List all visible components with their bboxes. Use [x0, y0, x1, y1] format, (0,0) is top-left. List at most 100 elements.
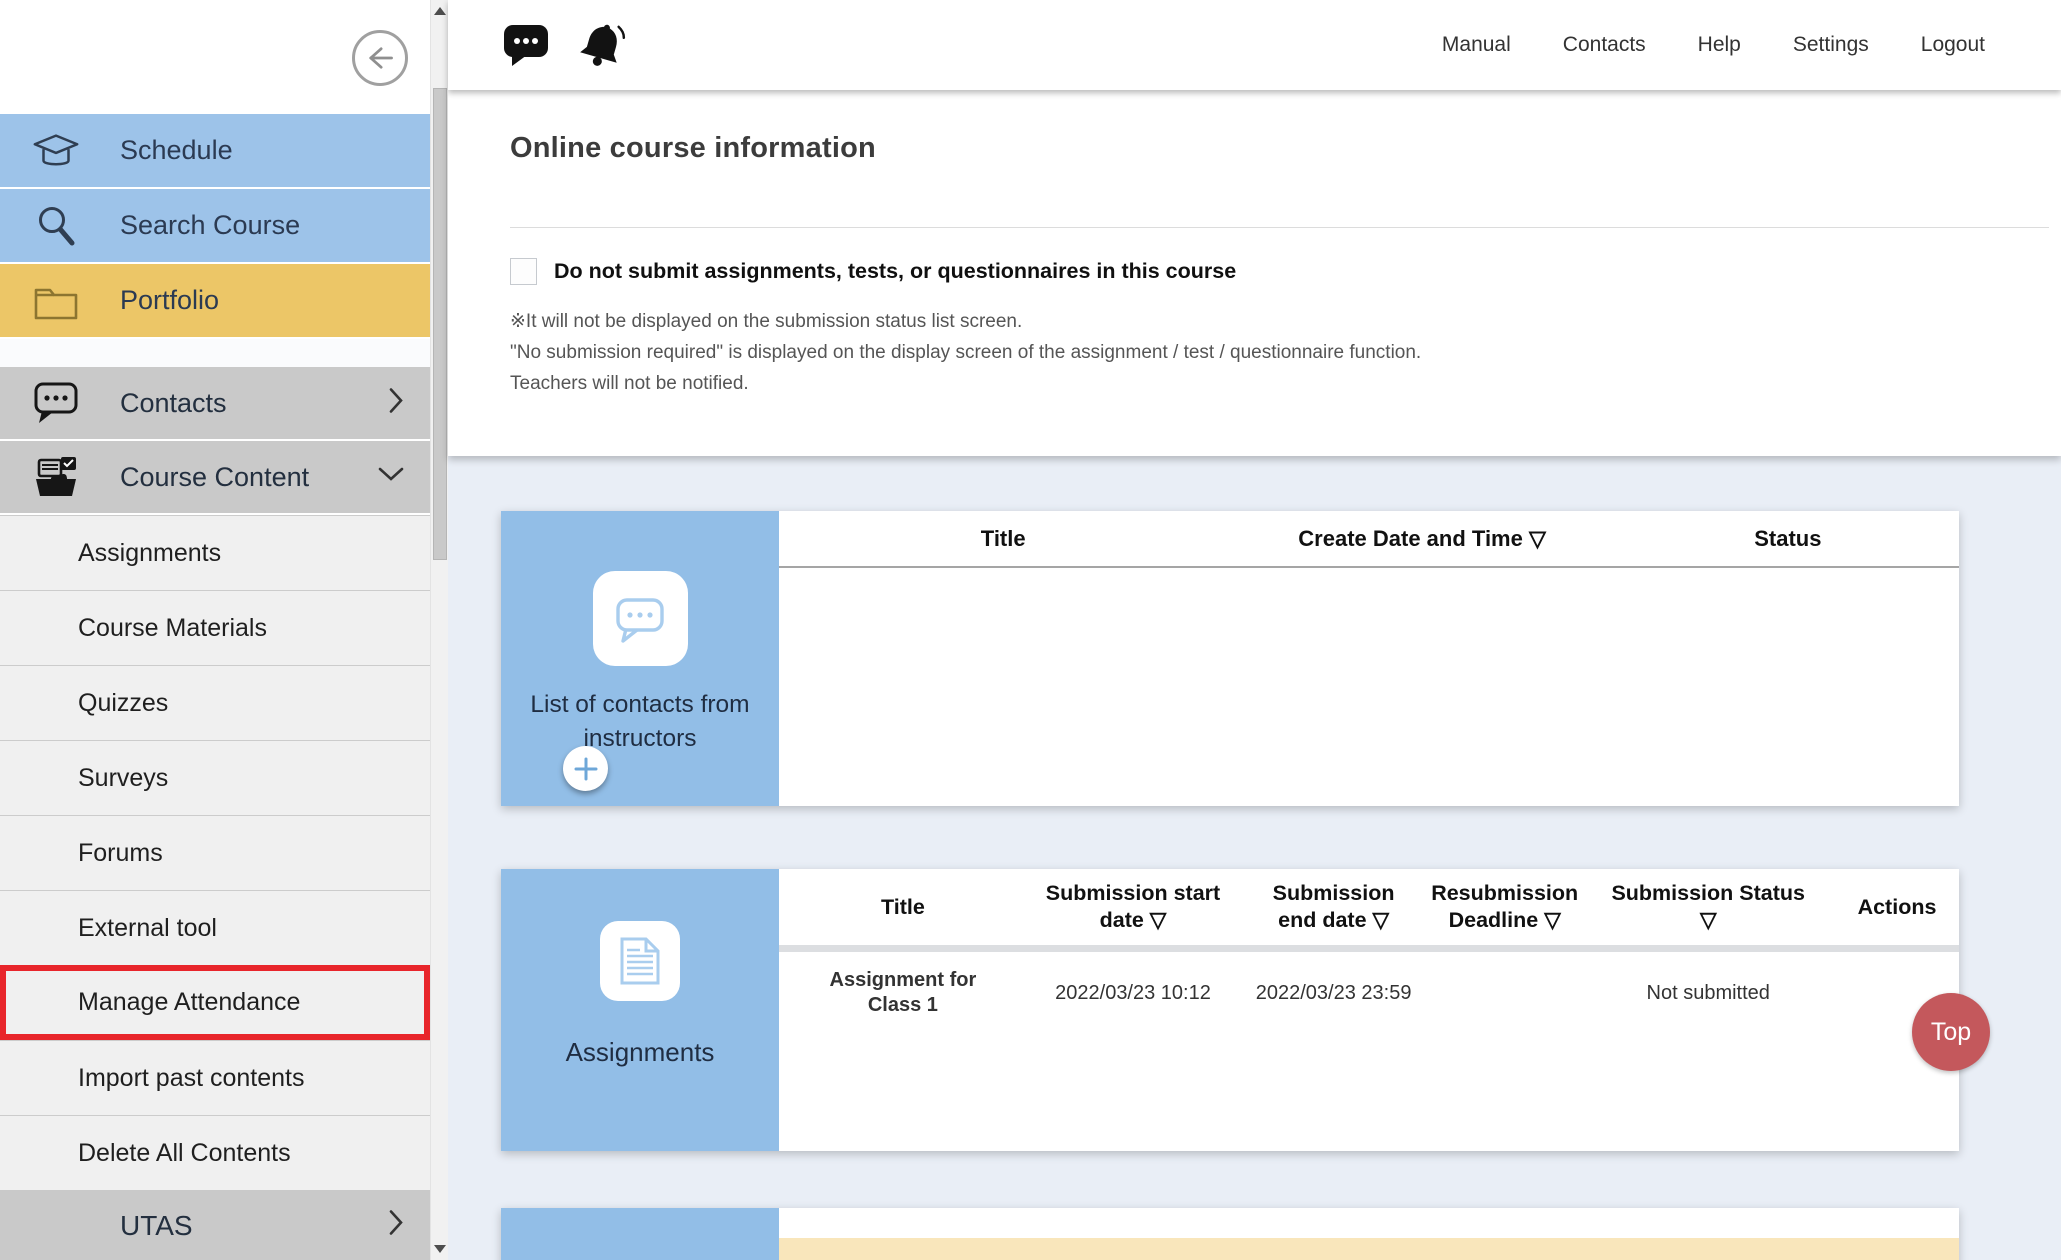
- course-content-box-icon: [30, 453, 82, 501]
- next-section-card-partial: [501, 1208, 1959, 1260]
- sidebar-item-label: Search Course: [120, 210, 300, 241]
- assignments-table-header: Title Submission start date ▽ Submission…: [779, 869, 1959, 945]
- assignments-card: Assignments Title Submission start date …: [501, 869, 1959, 1151]
- sidebar-item-import-past-contents[interactable]: Import past contents: [0, 1040, 430, 1115]
- chevron-right-icon: [389, 1210, 404, 1243]
- course-info-panel: Online course information Do not submit …: [448, 90, 2061, 456]
- column-title: Title: [779, 894, 1027, 921]
- chat-bubble-icon: [612, 593, 668, 645]
- assignments-table: Title Submission start date ▽ Submission…: [779, 869, 1959, 1151]
- triangle-up-icon: [434, 7, 446, 15]
- sidebar-subitem-label: Import past contents: [78, 1064, 305, 1093]
- sidebar-subitem-label: Assignments: [78, 539, 221, 568]
- sidebar-item-external-tool[interactable]: External tool: [0, 890, 430, 965]
- sidebar-item-course-content[interactable]: Course Content: [0, 441, 430, 515]
- sidebar-subitem-label: External tool: [78, 914, 217, 943]
- assignments-panel-label: Assignments: [556, 1035, 725, 1069]
- no-submission-label: Do not submit assignments, tests, or que…: [554, 259, 1236, 284]
- sidebar-item-assignments[interactable]: Assignments: [0, 515, 430, 590]
- column-submission-end-sort[interactable]: Submission end date ▽: [1239, 880, 1428, 934]
- search-icon: [30, 202, 82, 250]
- sidebar-item-label: Schedule: [120, 135, 233, 166]
- triangle-down-icon: [434, 1245, 446, 1253]
- column-label: Submission: [1273, 880, 1395, 907]
- sidebar-subitem-label: Manage Attendance: [78, 988, 300, 1017]
- contacts-panel-label: List of contacts from instructors: [501, 688, 779, 756]
- messages-icon[interactable]: [503, 23, 551, 67]
- contacts-table: Title Create Date and Time ▽ Status: [779, 511, 1959, 806]
- add-contact-button[interactable]: [563, 746, 608, 791]
- plus-icon: [573, 756, 599, 782]
- notifications-bell-icon[interactable]: [577, 21, 627, 69]
- sidebar-item-label: Contacts: [120, 388, 227, 419]
- scrollbar-up-button[interactable]: [431, 0, 449, 22]
- column-create-date-sort[interactable]: Create Date and Time ▽: [1227, 526, 1616, 552]
- sidebar-item-utas[interactable]: UTAS: [0, 1190, 430, 1260]
- assignments-panel-icon-tile: [600, 921, 680, 1001]
- arrow-left-icon: [365, 43, 395, 73]
- assignment-submission-end: 2022/03/23 23:59: [1239, 982, 1428, 1005]
- scrollbar-down-button[interactable]: [431, 1238, 449, 1260]
- note-line: "No submission required" is displayed on…: [510, 337, 2061, 368]
- chat-bubble-icon: [30, 379, 82, 427]
- column-actions: Actions: [1835, 894, 1959, 921]
- page-title: Online course information: [510, 90, 2061, 165]
- sidebar-item-search-course[interactable]: Search Course: [0, 189, 430, 264]
- assignment-submission-start: 2022/03/23 10:12: [1027, 982, 1239, 1005]
- column-resubmission-deadline-sort[interactable]: Resubmission Deadline ▽: [1428, 880, 1581, 934]
- contacts-panel-icon-tile: [593, 571, 688, 666]
- no-submission-checkbox[interactable]: [510, 258, 537, 285]
- column-label: Deadline ▽: [1449, 907, 1561, 934]
- sidebar-menu: Schedule Search Course Portfolio: [0, 114, 430, 1260]
- top-bar: Manual Contacts Help Settings Logout: [448, 0, 2061, 90]
- contacts-card-panel: List of contacts from instructors: [501, 511, 779, 806]
- divider: [510, 227, 2049, 228]
- nav-settings[interactable]: Settings: [1767, 23, 1895, 67]
- column-status: Status: [1617, 526, 1959, 552]
- sidebar: Schedule Search Course Portfolio: [0, 0, 430, 1260]
- graduation-cap-icon: [30, 127, 82, 175]
- column-label: Submission start: [1046, 880, 1220, 907]
- assignment-row: Assignment for Class 1 2022/03/23 10:12 …: [779, 952, 1959, 1034]
- content-area: List of contacts from instructors Title …: [448, 456, 2061, 1260]
- column-label: Resubmission: [1431, 880, 1578, 907]
- column-submission-start-sort[interactable]: Submission start date ▽: [1027, 880, 1239, 934]
- assignment-title-link[interactable]: Assignment for Class 1: [779, 968, 1027, 1018]
- folder-icon: [30, 277, 82, 325]
- main-area: Manual Contacts Help Settings Logout Onl…: [448, 0, 2061, 1260]
- chevron-right-icon: [389, 388, 404, 419]
- sidebar-item-delete-all-contents[interactable]: Delete All Contents: [0, 1115, 430, 1190]
- sidebar-scrollbar[interactable]: [430, 0, 448, 1260]
- assignments-card-panel: Assignments: [501, 869, 779, 1151]
- sidebar-item-manage-attendance[interactable]: Manage Attendance: [0, 965, 430, 1040]
- top-button-label: Top: [1931, 1018, 1971, 1047]
- topbar-icons: [503, 21, 627, 69]
- column-title: Title: [779, 526, 1227, 552]
- next-card-panel: [501, 1208, 779, 1260]
- sidebar-item-schedule[interactable]: Schedule: [0, 114, 430, 189]
- sidebar-subitem-label: Surveys: [78, 764, 168, 793]
- nav-manual[interactable]: Manual: [1416, 23, 1537, 67]
- topbar-nav: Manual Contacts Help Settings Logout: [1416, 23, 2011, 67]
- sidebar-item-label: Course Content: [120, 462, 309, 493]
- nav-contacts[interactable]: Contacts: [1537, 23, 1672, 67]
- scrollbar-thumb[interactable]: [433, 88, 447, 560]
- sidebar-collapse-button[interactable]: [352, 30, 408, 86]
- no-submission-row: Do not submit assignments, tests, or que…: [510, 258, 2061, 285]
- scroll-to-top-button[interactable]: Top: [1912, 993, 1990, 1071]
- nav-help[interactable]: Help: [1672, 23, 1767, 67]
- assignments-table-body-empty: [779, 1034, 1959, 1151]
- sidebar-subitem-label: Course Materials: [78, 614, 267, 643]
- sidebar-item-forums[interactable]: Forums: [0, 815, 430, 890]
- sidebar-item-portfolio[interactable]: Portfolio: [0, 264, 430, 339]
- next-card-highlight-row: [779, 1238, 1959, 1260]
- document-icon: [618, 936, 662, 986]
- sidebar-item-course-materials[interactable]: Course Materials: [0, 590, 430, 665]
- sidebar-item-label: UTAS: [120, 1210, 193, 1242]
- nav-logout[interactable]: Logout: [1895, 23, 2011, 67]
- column-submission-status-sort[interactable]: Submission Status ▽: [1581, 880, 1835, 934]
- column-label: Title: [881, 894, 925, 921]
- sidebar-item-contacts[interactable]: Contacts: [0, 367, 430, 441]
- sidebar-item-surveys[interactable]: Surveys: [0, 740, 430, 815]
- sidebar-item-quizzes[interactable]: Quizzes: [0, 665, 430, 740]
